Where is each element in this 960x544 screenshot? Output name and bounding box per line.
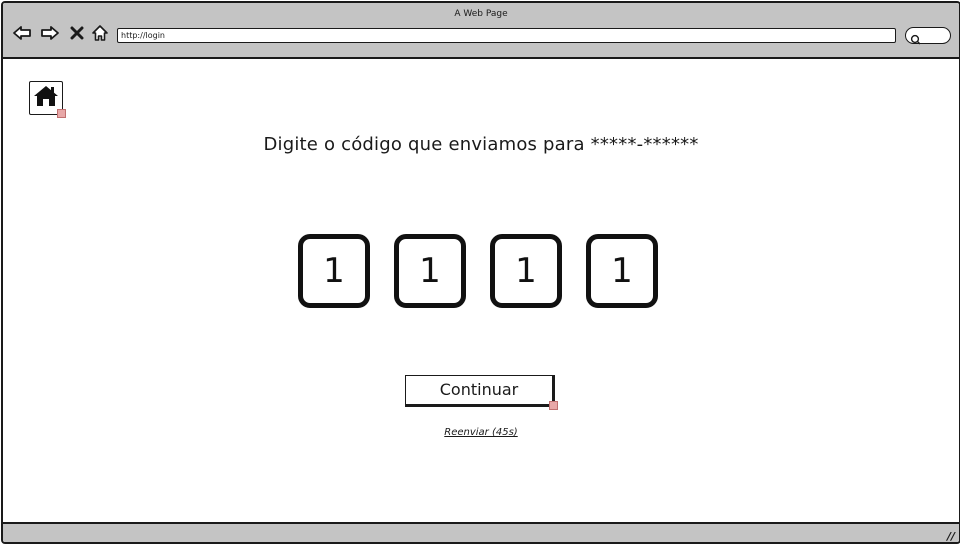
link-marker: [57, 109, 66, 118]
continue-button[interactable]: Continuar: [405, 375, 558, 410]
forward-button[interactable]: [39, 23, 61, 43]
browser-window: A Web Page http://login Digite o código …: [1, 1, 960, 544]
code-digit-3[interactable]: 1: [490, 234, 562, 308]
browser-search-button[interactable]: [905, 27, 951, 45]
home-icon: [33, 84, 59, 112]
back-button[interactable]: [11, 23, 33, 43]
verification-code-row: 1 1 1 1: [298, 234, 664, 310]
browser-home-button[interactable]: [89, 23, 111, 43]
browser-toolbar: A Web Page http://login: [3, 3, 959, 59]
status-bar: //: [3, 522, 959, 542]
search-icon: [910, 30, 921, 49]
page-content: Digite o código que enviamos para *****-…: [3, 59, 959, 523]
code-digit-2[interactable]: 1: [394, 234, 466, 308]
home-outline-icon: [91, 24, 109, 42]
code-digit-1[interactable]: 1: [298, 234, 370, 308]
home-button[interactable]: [29, 81, 66, 118]
page-heading: Digite o código que enviamos para *****-…: [263, 134, 699, 155]
stop-button[interactable]: [66, 23, 88, 43]
link-marker: [549, 401, 558, 410]
url-input[interactable]: http://login: [117, 28, 896, 43]
code-digit-4[interactable]: 1: [586, 234, 658, 308]
resend-link[interactable]: Reenviar (45s): [3, 427, 959, 438]
close-icon: [70, 26, 84, 40]
forward-arrow-icon: [40, 25, 60, 41]
resize-grip-icon[interactable]: //: [947, 530, 955, 542]
back-arrow-icon: [12, 25, 32, 41]
continue-button-label: Continuar: [439, 380, 519, 399]
window-title: A Web Page: [454, 9, 508, 19]
